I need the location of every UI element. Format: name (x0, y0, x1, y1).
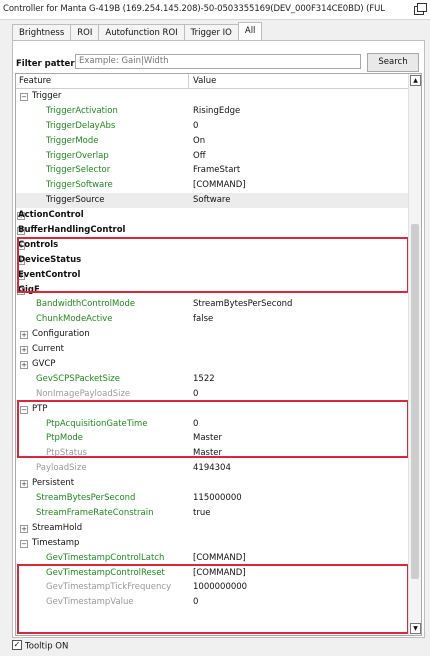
feature-name: TriggerDelayAbs (46, 120, 116, 131)
expand-icon[interactable]: + (20, 346, 28, 355)
feature-value[interactable]: [COMMAND] (193, 553, 246, 563)
feature-row[interactable]: TriggerSoftware [COMMAND] (16, 178, 408, 193)
feature-grid: Feature Value − Trigger TriggerActivation R… (15, 73, 422, 636)
filter-label: Filter pattern: (16, 59, 84, 69)
tooltip-toggle[interactable]: ✓ Tooltip ON (12, 640, 69, 652)
feature-name: ActionControl (18, 210, 84, 221)
feature-value[interactable]: 115000000 (193, 493, 242, 503)
feature-name: BandwidthControlMode (36, 299, 136, 310)
scroll-thumb[interactable] (411, 224, 419, 579)
highlight-ptp (17, 400, 409, 458)
feature-name: GVCP (32, 359, 56, 370)
tab-roi[interactable]: ROI (70, 24, 100, 41)
tooltip-checkbox[interactable]: ✓ (12, 640, 22, 650)
expand-icon[interactable]: + (20, 331, 28, 340)
feature-row[interactable]: + Configuration (16, 327, 408, 342)
feature-value[interactable]: On (193, 136, 205, 146)
window-title: Controller for Manta G-419B (169.254.145… (3, 4, 385, 14)
expand-icon[interactable]: + (20, 480, 28, 489)
highlight-trigger (17, 237, 409, 293)
feature-name: GevTimestampControlLatch (46, 552, 165, 563)
feature-row[interactable]: ChunkModeActive false (16, 312, 408, 327)
feature-name: TriggerSelector (46, 165, 111, 176)
feature-value[interactable]: StreamBytesPerSecond (193, 299, 292, 309)
tab-autofunction-roi[interactable]: Autofunction ROI (98, 24, 185, 41)
restore-icon-front[interactable] (417, 3, 427, 12)
title-bar: Controller for Manta G-419B (169.254.145… (0, 0, 430, 20)
collapse-icon[interactable]: − (20, 539, 28, 548)
feature-name: TriggerOverlap (46, 150, 109, 161)
tab-trigger-io[interactable]: Trigger IO (183, 24, 239, 41)
highlight-timestamp (17, 564, 409, 634)
feature-row[interactable]: TriggerSelector FrameStart (16, 163, 408, 178)
feature-name: Persistent (32, 478, 75, 489)
feature-name: TriggerSource (46, 195, 105, 206)
expand-icon[interactable]: + (20, 524, 28, 533)
feature-name: Current (32, 344, 64, 355)
feature-name: StreamHold (32, 522, 83, 533)
feature-value[interactable]: true (193, 508, 210, 518)
grid-header: Feature Value (16, 74, 408, 89)
feature-row[interactable]: − Timestamp (16, 536, 408, 551)
feature-name: TriggerActivation (46, 105, 118, 116)
feature-row[interactable]: + Persistent (16, 476, 408, 491)
feature-row[interactable]: + ActionControl (16, 208, 408, 223)
feature-row[interactable]: StreamFrameRateConstrain true (16, 506, 408, 521)
feature-name: TriggerSoftware (46, 180, 113, 191)
feature-row[interactable]: + Current (16, 342, 408, 357)
feature-name: GevSCPSPacketSize (36, 373, 120, 384)
feature-row[interactable]: BandwidthControlMode StreamBytesPerSecond (16, 297, 408, 312)
feature-column-header[interactable]: Feature (19, 76, 51, 86)
tab-all[interactable]: All (237, 22, 263, 41)
expand-icon[interactable]: + (20, 361, 28, 370)
feature-row[interactable]: + BufferHandlingControl (16, 223, 408, 238)
feature-name: NonImagePayloadSize (36, 388, 131, 399)
feature-name: StreamBytesPerSecond (36, 493, 136, 504)
feature-row[interactable]: − Trigger (16, 89, 408, 104)
feature-rows: − Trigger TriggerActivation RisingEdge Trigg… (16, 89, 408, 610)
feature-row[interactable]: + GVCP (16, 357, 408, 372)
feature-row[interactable]: TriggerActivation RisingEdge (16, 104, 408, 119)
feature-name: ChunkModeActive (36, 314, 113, 325)
feature-row[interactable]: TriggerMode On (16, 134, 408, 149)
vertical-scrollbar[interactable]: ▲ ▼ (408, 74, 421, 635)
feature-name: Configuration (32, 329, 90, 340)
feature-row[interactable]: StreamBytesPerSecond 115000000 (16, 491, 408, 506)
feature-panel: Filter pattern: Search Feature Value −Tr… (12, 40, 425, 638)
column-divider[interactable] (188, 74, 189, 88)
feature-name: PayloadSize (36, 463, 87, 474)
tab-bar: Brightness ROI Autofunction ROI Trigger … (12, 22, 263, 41)
value-column-header[interactable]: Value (193, 76, 216, 86)
search-button[interactable]: Search (367, 53, 419, 72)
filter-input[interactable] (75, 54, 361, 69)
feature-value[interactable]: [COMMAND] (193, 180, 246, 190)
feature-name: BufferHandlingControl (18, 225, 126, 236)
feature-row[interactable]: TriggerDelayAbs 0 (16, 119, 408, 134)
feature-value[interactable]: 4194304 (193, 463, 231, 473)
tab-brightness[interactable]: Brightness (12, 24, 72, 41)
feature-row[interactable]: GevSCPSPacketSize 1522 (16, 372, 408, 387)
feature-name: Timestamp (32, 537, 80, 548)
collapse-icon[interactable]: − (20, 93, 28, 101)
feature-value[interactable]: 1522 (193, 374, 215, 384)
feature-row[interactable]: TriggerOverlap Off (16, 149, 408, 164)
feature-name: StreamFrameRateConstrain (36, 507, 154, 518)
feature-row[interactable]: + StreamHold (16, 521, 408, 536)
feature-name: Trigger (32, 91, 62, 101)
feature-row[interactable]: PayloadSize 4194304 (16, 461, 408, 476)
feature-value[interactable]: FrameStart (193, 165, 240, 175)
feature-value[interactable]: 0 (193, 389, 198, 399)
feature-name: TriggerMode (46, 135, 99, 146)
feature-value[interactable]: RisingEdge (193, 106, 240, 116)
feature-value[interactable]: Software (193, 195, 230, 205)
feature-value[interactable]: false (193, 314, 213, 324)
scroll-up-icon[interactable]: ▲ (410, 75, 421, 86)
feature-value[interactable]: 0 (193, 121, 198, 131)
feature-row[interactable]: TriggerSource Software (16, 193, 408, 209)
feature-value[interactable]: Off (193, 151, 206, 161)
scroll-down-icon[interactable]: ▼ (410, 623, 421, 634)
tooltip-label: Tooltip ON (25, 641, 69, 652)
